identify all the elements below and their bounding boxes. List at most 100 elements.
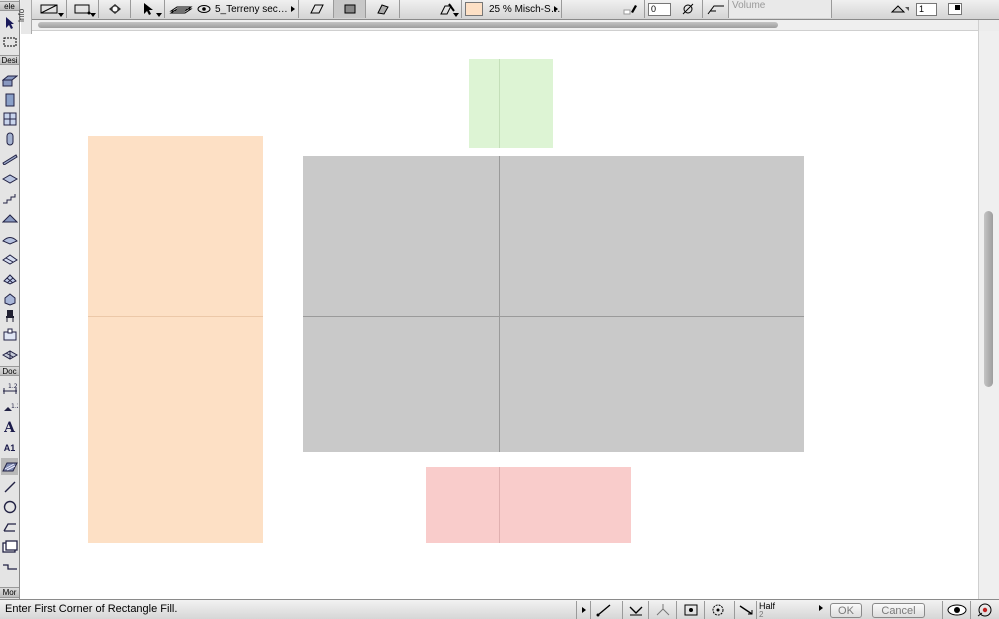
- pen-color-button[interactable]: [943, 0, 967, 18]
- object-tool[interactable]: [1, 307, 18, 324]
- marquee-tool[interactable]: [1, 33, 18, 50]
- wall-icon: [1, 75, 18, 86]
- polyline-icon: [2, 522, 16, 532]
- gray-fill-horizontal-line: [303, 316, 804, 317]
- beam-tool[interactable]: [1, 150, 18, 167]
- info-box-tab[interactable]: Info: [17, 0, 32, 34]
- roof-tool[interactable]: [1, 210, 18, 227]
- status-bar: Enter First Corner of Rectangle Fill. Ha…: [0, 599, 999, 619]
- zone-tool[interactable]: [1, 326, 18, 343]
- snap-menu-arrow: [819, 605, 823, 611]
- shell-tool[interactable]: [1, 230, 18, 247]
- surface-selector[interactable]: Volume: [729, 0, 832, 18]
- vertical-scroll-thumb[interactable]: [984, 211, 993, 387]
- level-dimension-tool[interactable]: 1.2: [1, 399, 18, 416]
- surface-angle-button[interactable]: [703, 0, 729, 18]
- dimension-icon: 1.2: [2, 383, 17, 394]
- door-tool[interactable]: [1, 91, 18, 108]
- dimension-tool[interactable]: 1.2: [1, 380, 18, 397]
- arrow-cursor-icon: [143, 3, 153, 15]
- curtain-wall-icon: [1, 349, 18, 360]
- special-snap-button[interactable]: [734, 601, 756, 619]
- fill-pattern-selector[interactable]: 25 % Misch-S…: [462, 0, 562, 18]
- horizontal-scrollbar[interactable]: [32, 20, 978, 31]
- fill-type-cut-button[interactable]: [334, 0, 366, 18]
- pink-fill[interactable]: [426, 467, 631, 543]
- door-icon: [5, 93, 14, 106]
- measure-button[interactable]: [590, 601, 616, 619]
- fill-type-draft-button[interactable]: [300, 0, 334, 18]
- line-tool[interactable]: [1, 478, 18, 495]
- snap-points-button[interactable]: [676, 601, 704, 619]
- label-tool[interactable]: A1: [1, 439, 18, 456]
- orange-fill[interactable]: [88, 136, 263, 543]
- category-select[interactable]: ele: [0, 1, 19, 11]
- arrow-tool[interactable]: [1, 14, 18, 31]
- toolbox: ele Desi Doc 1.2 1. A A1 Mor: [0, 0, 20, 600]
- snap-mode-selector[interactable]: Half 2: [756, 601, 826, 619]
- category-more[interactable]: Mor: [0, 587, 19, 598]
- diameter-icon: [682, 3, 693, 15]
- navigator-button[interactable]: [942, 601, 970, 619]
- stair-tool[interactable]: [1, 190, 18, 207]
- horizontal-scroll-thumb[interactable]: [38, 22, 778, 28]
- gravity-button[interactable]: [704, 601, 730, 619]
- circle-icon: [3, 500, 16, 513]
- window-icon: [3, 112, 16, 125]
- drawing-tool[interactable]: [1, 538, 18, 555]
- mesh-tool[interactable]: [1, 270, 18, 287]
- circle-tool[interactable]: [1, 498, 18, 515]
- hatched-fill-icon: [344, 4, 355, 14]
- geometry-method-button[interactable]: [33, 0, 67, 18]
- polyline-tool[interactable]: [1, 518, 18, 535]
- section-tool[interactable]: [1, 558, 18, 575]
- layer-selector[interactable]: 5_Terreny sec…: [165, 0, 299, 18]
- stair-icon: [2, 193, 15, 203]
- fill-pen-button[interactable]: [434, 0, 462, 18]
- gray-fill-vertical-line: [499, 156, 500, 452]
- diameter-button[interactable]: [673, 0, 703, 18]
- angle-icon: [707, 5, 724, 15]
- eraser-icon: [890, 5, 909, 13]
- category-document[interactable]: Doc: [0, 366, 19, 376]
- pen-color-swatch: [948, 3, 962, 15]
- selection-arrow-button[interactable]: [131, 0, 165, 18]
- drawing-icon: [1, 539, 18, 553]
- pen-number-field[interactable]: 0: [648, 3, 671, 16]
- eraser-button[interactable]: [885, 0, 917, 18]
- guide-lines-button[interactable]: [648, 601, 676, 619]
- green-fill[interactable]: [469, 59, 553, 148]
- background-pen-button[interactable]: [615, 0, 645, 18]
- coordinate-toggle[interactable]: [576, 601, 590, 619]
- ok-button[interactable]: OK: [830, 603, 862, 618]
- section-icon: [2, 563, 17, 570]
- 3d-navigation-button[interactable]: [970, 601, 999, 619]
- status-prompt: Enter First Corner of Rectangle Fill.: [5, 603, 178, 615]
- morph-tool[interactable]: [1, 290, 18, 307]
- rotated-rectangle-button[interactable]: [99, 0, 131, 18]
- skylight-tool[interactable]: [1, 250, 18, 267]
- curtain-wall-tool[interactable]: [1, 346, 18, 363]
- column-tool[interactable]: [1, 130, 18, 147]
- vertical-scrollbar[interactable]: [978, 31, 999, 599]
- gray-fill[interactable]: [303, 156, 804, 452]
- mesh-icon: [2, 273, 17, 285]
- fill-pattern-name: 25 % Misch-S…: [489, 3, 561, 15]
- text-tool[interactable]: A: [1, 419, 18, 436]
- window-tool[interactable]: [1, 110, 18, 127]
- fill-tool[interactable]: [1, 458, 18, 475]
- green-fill-guide-line: [499, 59, 500, 148]
- fill-color-swatch: [465, 2, 483, 16]
- column-icon: [6, 132, 13, 145]
- wall-tool[interactable]: [1, 72, 18, 89]
- ruler-icon: [596, 604, 610, 617]
- rectangle-method-button[interactable]: [67, 0, 99, 18]
- cancel-button[interactable]: Cancel: [872, 603, 925, 618]
- fill-type-cover-button[interactable]: [366, 0, 400, 18]
- draft-fill-icon: [309, 4, 324, 14]
- slab-tool[interactable]: [1, 170, 18, 187]
- constraint-button[interactable]: [622, 601, 648, 619]
- pen-index-field[interactable]: 1: [916, 3, 937, 16]
- category-design[interactable]: Desi: [0, 55, 19, 65]
- rotation-icon: [108, 4, 121, 14]
